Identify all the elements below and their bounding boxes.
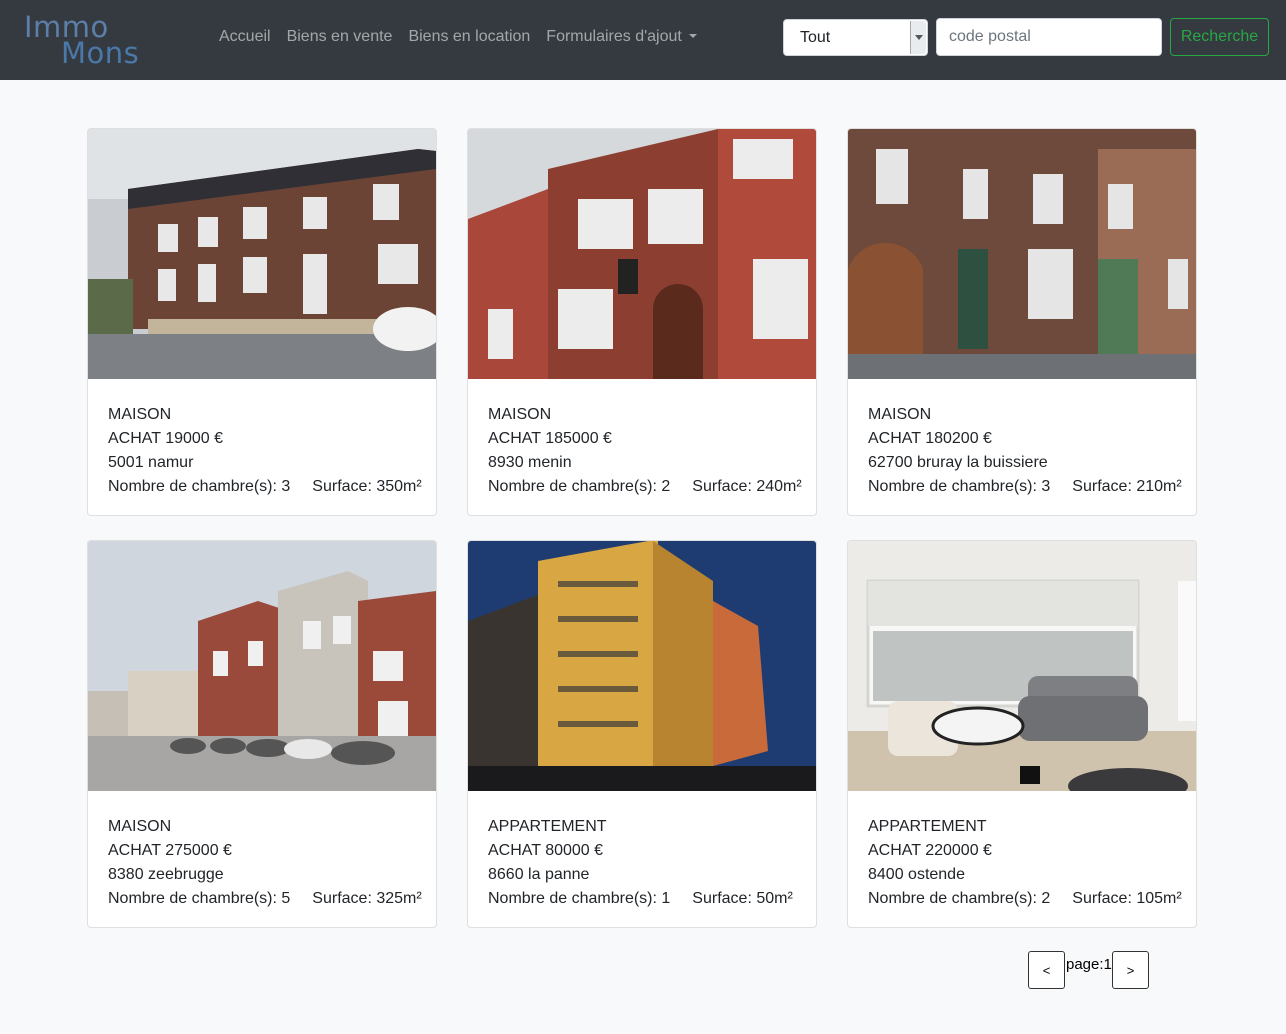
listing-card[interactable]: MAISON ACHAT 180200 € 62700 bruray la bu… — [847, 128, 1197, 516]
listing-price: ACHAT 185000 € — [488, 430, 612, 447]
listing-rooms: Nombre de chambre(s): 3 — [868, 478, 1051, 495]
listing-card[interactable]: MAISON ACHAT 19000 € 5001 namur Nombre d… — [87, 128, 437, 516]
listing-specs: Nombre de chambre(s): 3 Surface: 350m² — [108, 475, 422, 499]
property-type-value: Tout — [800, 29, 831, 46]
listing-rooms: Nombre de chambre(s): 5 — [108, 890, 291, 907]
listing-card[interactable]: MAISON ACHAT 185000 € 8930 menin Nombre … — [467, 128, 817, 516]
listing-specs: Nombre de chambre(s): 2 Surface: 105m² — [868, 887, 1182, 911]
listing-photo — [468, 129, 816, 379]
listing-details: MAISON ACHAT 19000 € 5001 namur Nombre d… — [108, 403, 422, 499]
select-arrow-icon — [910, 21, 926, 54]
navbar: Immo Mons Accueil Biens en vente Biens e… — [0, 0, 1286, 80]
listing-rooms: Nombre de chambre(s): 2 — [868, 890, 1051, 907]
listing-details: MAISON ACHAT 180200 € 62700 bruray la bu… — [868, 403, 1182, 499]
listing-photo — [848, 129, 1196, 379]
nav-links: Accueil Biens en vente Biens en location… — [219, 28, 697, 46]
listing-specs: Nombre de chambre(s): 2 Surface: 240m² — [488, 475, 802, 499]
page-indicator: page:1 — [1066, 956, 1112, 973]
listing-specs: Nombre de chambre(s): 1 Surface: 50m² — [488, 887, 793, 911]
nav-dropdown-formulaires[interactable]: Formulaires d'ajout — [546, 28, 697, 46]
listing-specs: Nombre de chambre(s): 3 Surface: 210m² — [868, 475, 1182, 499]
listing-location: 62700 bruray la buissiere — [868, 454, 1048, 471]
listing-card[interactable]: APPARTEMENT ACHAT 80000 € 8660 la panne … — [467, 540, 817, 928]
listing-details: MAISON ACHAT 275000 € 8380 zeebrugge Nom… — [108, 815, 422, 911]
prev-page-button[interactable]: < — [1028, 951, 1065, 989]
next-page-button[interactable]: > — [1112, 951, 1149, 989]
brand-line2: Mons — [61, 36, 140, 70]
listing-details: MAISON ACHAT 185000 € 8930 menin Nombre … — [488, 403, 802, 499]
nav-link-biens-en-location[interactable]: Biens en location — [408, 28, 530, 46]
listing-rooms: Nombre de chambre(s): 1 — [488, 890, 671, 907]
listing-rooms: Nombre de chambre(s): 3 — [108, 478, 291, 495]
listing-price: ACHAT 180200 € — [868, 430, 992, 447]
listing-card[interactable]: APPARTEMENT ACHAT 220000 € 8400 ostende … — [847, 540, 1197, 928]
brand-logo[interactable]: Immo Mons — [24, 10, 154, 70]
listing-surface: Surface: 105m² — [1072, 890, 1182, 907]
listing-location: 8380 zeebrugge — [108, 866, 224, 883]
nav-link-biens-en-vente[interactable]: Biens en vente — [287, 28, 393, 46]
nav-dropdown-label: Formulaires d'ajout — [546, 28, 682, 45]
listing-surface: Surface: 325m² — [312, 890, 422, 907]
listing-surface: Surface: 210m² — [1072, 478, 1182, 495]
listing-photo — [468, 541, 816, 791]
listing-location: 8660 la panne — [488, 866, 590, 883]
listing-photo — [88, 129, 436, 379]
nav-link-accueil[interactable]: Accueil — [219, 28, 271, 46]
listing-type: APPARTEMENT — [488, 818, 607, 835]
listing-type: MAISON — [108, 406, 172, 423]
listing-location: 5001 namur — [108, 454, 194, 471]
listing-type: MAISON — [108, 818, 172, 835]
listing-price: ACHAT 19000 € — [108, 430, 224, 447]
caret-down-icon — [688, 34, 697, 38]
listing-photo — [848, 541, 1196, 791]
listing-location: 8930 menin — [488, 454, 572, 471]
listing-price: ACHAT 220000 € — [868, 842, 992, 859]
listing-photo — [88, 541, 436, 791]
property-type-select[interactable]: Tout — [783, 19, 928, 56]
listing-card[interactable]: MAISON ACHAT 275000 € 8380 zeebrugge Nom… — [87, 540, 437, 928]
listing-price: ACHAT 80000 € — [488, 842, 604, 859]
listing-surface: Surface: 240m² — [692, 478, 802, 495]
listing-details: APPARTEMENT ACHAT 80000 € 8660 la panne … — [488, 815, 793, 911]
listing-type: APPARTEMENT — [868, 818, 987, 835]
search-button[interactable]: Recherche — [1170, 18, 1269, 56]
listing-specs: Nombre de chambre(s): 5 Surface: 325m² — [108, 887, 422, 911]
listing-type: MAISON — [488, 406, 552, 423]
listing-surface: Surface: 350m² — [312, 478, 422, 495]
listing-location: 8400 ostende — [868, 866, 965, 883]
listing-surface: Surface: 50m² — [692, 890, 793, 907]
listing-details: APPARTEMENT ACHAT 220000 € 8400 ostende … — [868, 815, 1182, 911]
listing-rooms: Nombre de chambre(s): 2 — [488, 478, 671, 495]
listing-type: MAISON — [868, 406, 932, 423]
postal-code-input[interactable] — [936, 18, 1162, 56]
listing-price: ACHAT 275000 € — [108, 842, 232, 859]
